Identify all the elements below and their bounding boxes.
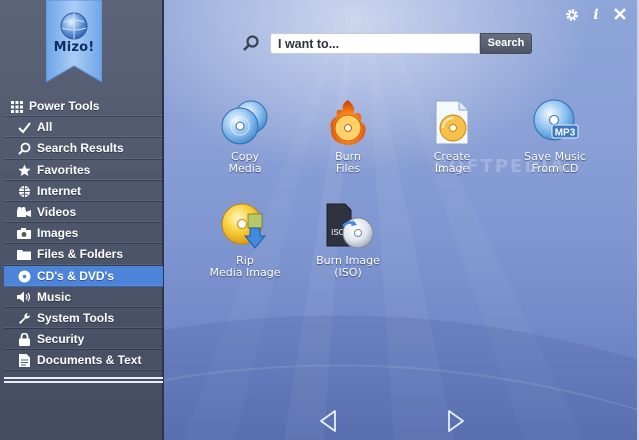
sidebar-item-label: Internet xyxy=(37,183,82,198)
sidebar: Mizo! Power Tools All Search Results Fav… xyxy=(0,0,163,440)
tile-label: Burn Files xyxy=(335,150,361,175)
tile-label: Rip Media Image xyxy=(209,254,281,279)
check-icon xyxy=(16,120,32,135)
sidebar-item-cds-dvds[interactable]: CD's & DVD's xyxy=(4,265,163,287)
video-camera-icon xyxy=(16,205,32,220)
sidebar-item-favorites[interactable]: Favorites xyxy=(4,160,163,181)
wrench-icon xyxy=(16,311,32,326)
search-icon xyxy=(243,35,259,51)
tile-label: Burn Image (ISO) xyxy=(316,254,380,279)
lock-icon xyxy=(16,332,32,347)
sidebar-item-label: Favorites xyxy=(37,162,91,177)
tile-create-image[interactable]: Create Image xyxy=(404,98,500,175)
tile-burn-files[interactable]: Burn Files xyxy=(300,98,396,175)
sidebar-item-label: Images xyxy=(37,226,79,241)
sidebar-item-label: Videos xyxy=(37,205,77,220)
iso-burn-icon: ISO xyxy=(326,203,373,249)
sidebar-item-all[interactable]: All xyxy=(4,117,163,139)
mp3-badge: MP3 xyxy=(555,128,576,139)
sidebar-item-documents-text[interactable]: Documents & Text xyxy=(4,350,163,372)
speaker-icon xyxy=(16,290,32,305)
sidebar-item-label: Music xyxy=(37,289,72,304)
sidebar-item-power-tools[interactable]: Power Tools xyxy=(4,96,163,118)
category-menu: Power Tools All Search Results Favorites… xyxy=(4,96,163,372)
close-icon[interactable] xyxy=(613,8,627,22)
sidebar-item-label: Files & Folders xyxy=(37,247,124,262)
search-icon xyxy=(16,141,32,156)
globe-icon xyxy=(16,184,32,199)
rip-disc-icon xyxy=(221,203,267,249)
tile-label: Copy Media xyxy=(228,150,262,175)
sidebar-item-label: System Tools xyxy=(37,310,115,325)
mp3-disc-icon: MP3 xyxy=(533,99,579,141)
sidebar-item-label: Search Results xyxy=(37,141,124,156)
info-icon[interactable]: i xyxy=(589,8,603,22)
tile-burn-image-iso[interactable]: ISO Burn Image (ISO) xyxy=(300,202,396,279)
tile-copy-media[interactable]: Copy Media xyxy=(197,98,293,175)
sidebar-item-images[interactable]: Images xyxy=(4,223,163,245)
left-arrow-icon[interactable] xyxy=(317,409,339,433)
sidebar-item-security[interactable]: Security xyxy=(4,329,163,351)
create-image-icon xyxy=(435,100,469,145)
tile-label: Create Image xyxy=(433,150,471,175)
star-icon xyxy=(16,163,32,178)
sidebar-item-videos[interactable]: Videos xyxy=(4,202,163,224)
main-panel: i Search SOFTPEDIA CopyMedia BurnFiles xyxy=(164,0,639,440)
tile-label: Save Music From CD xyxy=(524,150,586,175)
grid-icon xyxy=(9,99,25,114)
right-arrow-icon[interactable] xyxy=(445,409,467,433)
window-controls: i xyxy=(565,8,627,22)
search-button[interactable]: Search xyxy=(480,33,532,54)
sidebar-item-search-results[interactable]: Search Results xyxy=(4,138,163,160)
sidebar-item-internet[interactable]: Internet xyxy=(4,181,163,202)
sidebar-item-system-tools[interactable]: System Tools xyxy=(4,308,163,330)
sidebar-item-label: All xyxy=(37,120,53,135)
sidebar-item-music[interactable]: Music xyxy=(4,287,163,308)
document-icon xyxy=(16,353,32,368)
sidebar-item-files-folders[interactable]: Files & Folders xyxy=(4,244,163,266)
logo-text: Mizo! xyxy=(53,40,95,55)
gear-icon[interactable] xyxy=(565,8,579,22)
sidebar-item-label: Documents & Text xyxy=(37,353,142,368)
tile-rip-media-image[interactable]: Rip Media Image xyxy=(197,202,293,279)
disc-icon xyxy=(16,269,32,284)
camera-icon xyxy=(16,226,32,241)
tile-save-music-from-cd[interactable]: MP3 Save Music From CD xyxy=(507,98,603,175)
sidebar-item-label: CD's & DVD's xyxy=(37,268,115,283)
burning-disc-icon xyxy=(330,100,366,146)
sidebar-item-label: Security xyxy=(37,332,85,347)
folder-icon xyxy=(16,247,32,262)
search-input[interactable] xyxy=(270,33,480,54)
sidebar-item-label: Power Tools xyxy=(29,99,100,114)
copy-discs-icon xyxy=(221,100,268,145)
sidebar-divider xyxy=(4,377,163,383)
